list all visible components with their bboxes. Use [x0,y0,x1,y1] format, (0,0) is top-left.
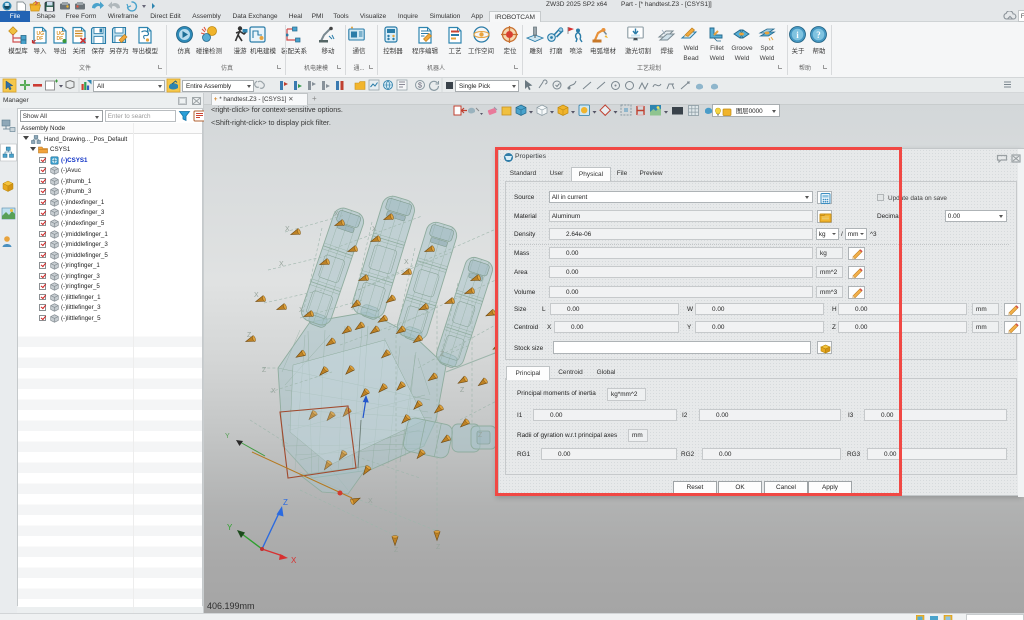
svg-text:Z: Z [460,387,465,394]
svg-text:X: X [404,259,409,266]
svg-text:DF: DF [57,36,64,42]
svg-text:?: ? [816,30,821,40]
svg-text:X: X [291,556,297,565]
svg-text:Z: Z [478,432,483,439]
svg-text:X: X [372,226,377,233]
svg-text:Y: Y [227,523,233,532]
svg-text:X: X [271,388,276,395]
svg-text:X: X [368,498,373,505]
svg-text:X: X [279,261,284,268]
svg-text:X: X [285,226,290,233]
svg-text:Z: Z [440,351,445,358]
svg-text:X: X [334,211,339,218]
svg-text:Z: Z [394,547,399,554]
svg-text:DF: DF [37,36,44,42]
svg-text:$: $ [418,83,422,90]
svg-text:Y: Y [225,433,230,440]
svg-text:Z: Z [247,332,252,339]
svg-text:X: X [254,292,259,299]
svg-text:X: X [299,307,304,314]
svg-text:Z: Z [436,544,441,551]
svg-text:Z: Z [262,367,267,374]
svg-text:Z: Z [283,498,288,507]
